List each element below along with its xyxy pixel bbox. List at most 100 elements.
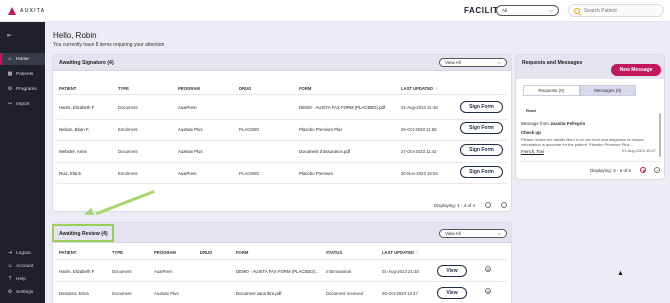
message-from: Message from Juanita Pellegrin: [521, 121, 585, 126]
updated-cell: 20-Nov-2023 15:04: [401, 171, 438, 176]
updated-cell: 25-Oct-2023 11:58: [401, 127, 437, 132]
sidebar-item-programs[interactable]: ⚙ Programs: [0, 83, 45, 95]
row-divider: [57, 140, 507, 141]
review-view-select[interactable]: View All ⌵: [439, 229, 507, 238]
sidebar-item-label: Help: [16, 276, 26, 282]
program-link[interactable]: AuxNav Plus: [178, 149, 203, 154]
message-preview: Please review the details filled in on t…: [521, 137, 644, 147]
form-link[interactable]: Placebo Premium Plus: [299, 127, 342, 132]
program-link[interactable]: AuxNav Plus: [178, 127, 203, 132]
sign-form-button[interactable]: Sign Form: [460, 166, 503, 178]
awaiting-review-panel: Awaiting Review (4) View All ⌵ PATIENT T…: [52, 222, 512, 303]
sidebar-item-home[interactable]: ⌂ Home: [0, 53, 45, 65]
logo-mark-icon: [8, 6, 17, 15]
search-input[interactable]: [583, 7, 663, 14]
program-cell: AuxNav Plus: [154, 291, 179, 296]
message-author-link[interactable]: French, Toni: [521, 149, 544, 154]
message-subject[interactable]: Check up: [521, 130, 541, 135]
program-link[interactable]: AuxiPrem: [178, 105, 197, 110]
drug-cell: PLACEBO: [239, 171, 260, 176]
patient-link[interactable]: Nelson, Brian F.: [59, 127, 89, 132]
column-header-drug: DRUG: [239, 86, 252, 91]
patient-link[interactable]: Webster, Anne: [59, 149, 87, 154]
prev-page-icon[interactable]: ‹: [485, 202, 491, 208]
more-options-icon[interactable]: ⊕: [485, 288, 491, 294]
view-button[interactable]: View: [437, 287, 467, 299]
sign-form-button[interactable]: Sign Form: [460, 122, 503, 134]
tab-messages[interactable]: Messages (0): [579, 85, 636, 96]
signature-view-select[interactable]: View All ⌵: [439, 58, 507, 67]
sidebar-item-help[interactable]: ? Help: [0, 273, 45, 285]
view-button[interactable]: View: [437, 265, 467, 277]
prev-page-icon[interactable]: [640, 167, 646, 173]
brand-logo[interactable]: AUXITA: [8, 6, 45, 15]
sidebar-item-account[interactable]: ☺ Account: [0, 260, 45, 272]
header-divider: [57, 94, 507, 95]
row-divider: [520, 161, 660, 162]
more-options-icon[interactable]: ⊕: [485, 266, 491, 272]
account-icon: ☺: [7, 263, 13, 269]
panel-header: Awaiting Signature (4) View All ⌵: [53, 55, 511, 71]
type-cell: Enrolment: [118, 171, 138, 176]
sidebar-item-label: Logout: [16, 250, 31, 256]
form-link[interactable]: DEMO - AUXITA FAX FORM (PLACEBO)...: [236, 269, 320, 274]
patient-link[interactable]: Harris, Elizabeth F: [59, 269, 94, 274]
next-page-icon[interactable]: ›: [654, 167, 660, 173]
home-icon: ⌂: [8, 56, 12, 62]
sidebar-item-label: Patients: [16, 71, 34, 77]
column-header-last-updated[interactable]: LAST UPDATED ↑: [401, 86, 437, 91]
row-divider: [57, 281, 507, 282]
collapse-sidebar-icon[interactable]: ⇤: [7, 32, 12, 39]
awaiting-signature-panel: Awaiting Signature (4) View All ⌵ PATIEN…: [52, 54, 512, 212]
sidebar-item-label: Import: [16, 101, 30, 107]
type-cell: Document: [112, 269, 132, 274]
sign-form-button[interactable]: Sign Form: [460, 144, 503, 156]
sidebar-item-label: Home: [16, 56, 29, 62]
column-header-form: FORM: [299, 86, 312, 91]
updated-cell: 26-Oct-2023 12:27: [382, 291, 418, 296]
new-message-button[interactable]: New Message: [611, 64, 661, 76]
patient-link[interactable]: Ruiz, Ella E.: [59, 171, 82, 176]
column-header-label: LAST UPDATED: [401, 86, 434, 91]
mouse-cursor-icon: ▲: [617, 270, 624, 277]
page-subtitle: You currently have 8 items requiring you…: [53, 42, 165, 48]
search-box[interactable]: [568, 4, 664, 17]
tab-requests[interactable]: Requests (0): [523, 85, 580, 96]
sidebar-item-logout[interactable]: ⇥ Logout: [0, 247, 45, 259]
form-link[interactable]: DEMO - AUXITA FAX FORM (PLACEBO).pdf: [299, 105, 385, 110]
column-header-status: STATUS: [326, 250, 343, 255]
view-select-value: View All: [445, 231, 461, 236]
next-page-icon[interactable]: ›: [501, 202, 507, 208]
row-divider: [57, 162, 507, 163]
column-header-last-updated[interactable]: LAST UPDATED ↑: [382, 250, 418, 255]
import-icon: ↪: [7, 101, 13, 107]
facility-select-value: All: [502, 8, 508, 13]
type-cell: Document: [118, 149, 138, 154]
updated-cell: 27-Oct-2023 11:42: [401, 149, 437, 154]
sort-ascending-icon: ↑: [416, 250, 419, 255]
patient-link[interactable]: Harris, Elizabeth F: [59, 105, 94, 110]
updated-cell: 01-Aug-2023 21:48: [382, 269, 419, 274]
program-link[interactable]: AuxiPrem: [178, 171, 197, 176]
read-label: Read: [526, 108, 536, 113]
form-link[interactable]: Document sans titre.pdf: [236, 291, 320, 296]
column-header-patient: PATIENT: [59, 86, 77, 91]
sidebar-item-label: Account: [16, 263, 34, 269]
type-cell: Enrolment: [118, 127, 138, 132]
sidebar-item-label: Programs: [16, 86, 37, 92]
sidebar-item-settings[interactable]: ⚙ Settings: [0, 286, 45, 298]
panel-title: Awaiting Signature (4): [59, 60, 114, 66]
patient-link[interactable]: Demarco, Erica: [59, 291, 89, 296]
sign-form-button[interactable]: Sign Form: [460, 101, 503, 113]
drug-cell: PLACEBO: [239, 127, 260, 132]
page-title: Hello, Robin: [53, 31, 97, 40]
form-link[interactable]: Placebo Premium: [299, 171, 333, 176]
sidebar-item-patients[interactable]: ▩ Patients: [0, 68, 45, 80]
facility-select[interactable]: All ⌵: [496, 5, 559, 16]
message-list-scrollbar[interactable]: [659, 113, 661, 157]
form-link[interactable]: Document d'assurance.pdf: [299, 149, 350, 154]
row-divider: [57, 119, 507, 120]
sidebar-item-import[interactable]: ↪ Import: [0, 98, 45, 110]
type-cell: Document: [112, 291, 132, 296]
updated-cell: 01-Aug-2023 21:46: [401, 105, 438, 110]
